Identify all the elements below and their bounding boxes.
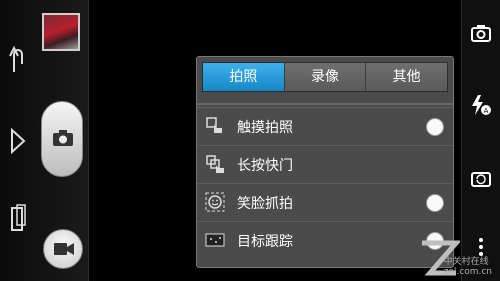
right-chevron-icon[interactable]	[6, 124, 30, 158]
touch-icon	[206, 117, 222, 133]
setting-row-target-tracking[interactable]: 目标跟踪	[197, 221, 453, 260]
setting-label: 触摸拍照	[237, 120, 293, 136]
setting-row-touch-capture[interactable]: 触摸拍照	[197, 107, 453, 146]
camera-icon	[53, 130, 73, 146]
flash-auto-icon[interactable]: A	[470, 94, 492, 116]
switch-camera-icon[interactable]	[470, 167, 492, 189]
gallery-thumbnail[interactable]	[42, 13, 80, 51]
long-press-icon	[206, 155, 224, 173]
divider	[197, 103, 453, 105]
video-camera-icon	[54, 243, 74, 255]
watermark-domain: zol.com.cn	[443, 267, 492, 277]
shutter-button[interactable]	[41, 101, 83, 177]
settings-tabs: 拍照 录像 其他	[202, 62, 448, 92]
touch-capture-toggle[interactable]	[426, 118, 444, 136]
tab-other[interactable]: 其他	[366, 63, 448, 91]
tab-video[interactable]: 录像	[284, 63, 367, 91]
camera-icon[interactable]	[470, 22, 492, 44]
undo-arrow-icon[interactable]	[6, 42, 30, 76]
target-icon	[205, 233, 225, 247]
tab-photo[interactable]: 拍照	[203, 63, 285, 91]
watermark-text: 中关村在线	[443, 257, 489, 267]
gallery-icon[interactable]	[6, 202, 30, 236]
setting-row-smile-capture[interactable]: 笑脸抓拍	[197, 183, 453, 222]
setting-row-long-press-shutter[interactable]: 长按快门	[197, 145, 453, 184]
camera-settings-panel: 拍照 录像 其他 触摸拍照 长按快门 笑脸抓拍 目标跟踪	[196, 56, 454, 268]
right-control-bar: A	[461, 0, 500, 281]
setting-label: 长按快门	[237, 158, 293, 174]
setting-label: 笑脸抓拍	[237, 196, 293, 212]
watermark: 中关村在线 zol.com.cn	[444, 254, 492, 277]
left-control-bar	[0, 0, 89, 281]
svg-text:A: A	[484, 107, 489, 115]
smile-icon	[205, 192, 225, 212]
video-record-button[interactable]	[43, 229, 83, 269]
setting-label: 目标跟踪	[237, 234, 293, 250]
smile-capture-toggle[interactable]	[426, 194, 444, 212]
